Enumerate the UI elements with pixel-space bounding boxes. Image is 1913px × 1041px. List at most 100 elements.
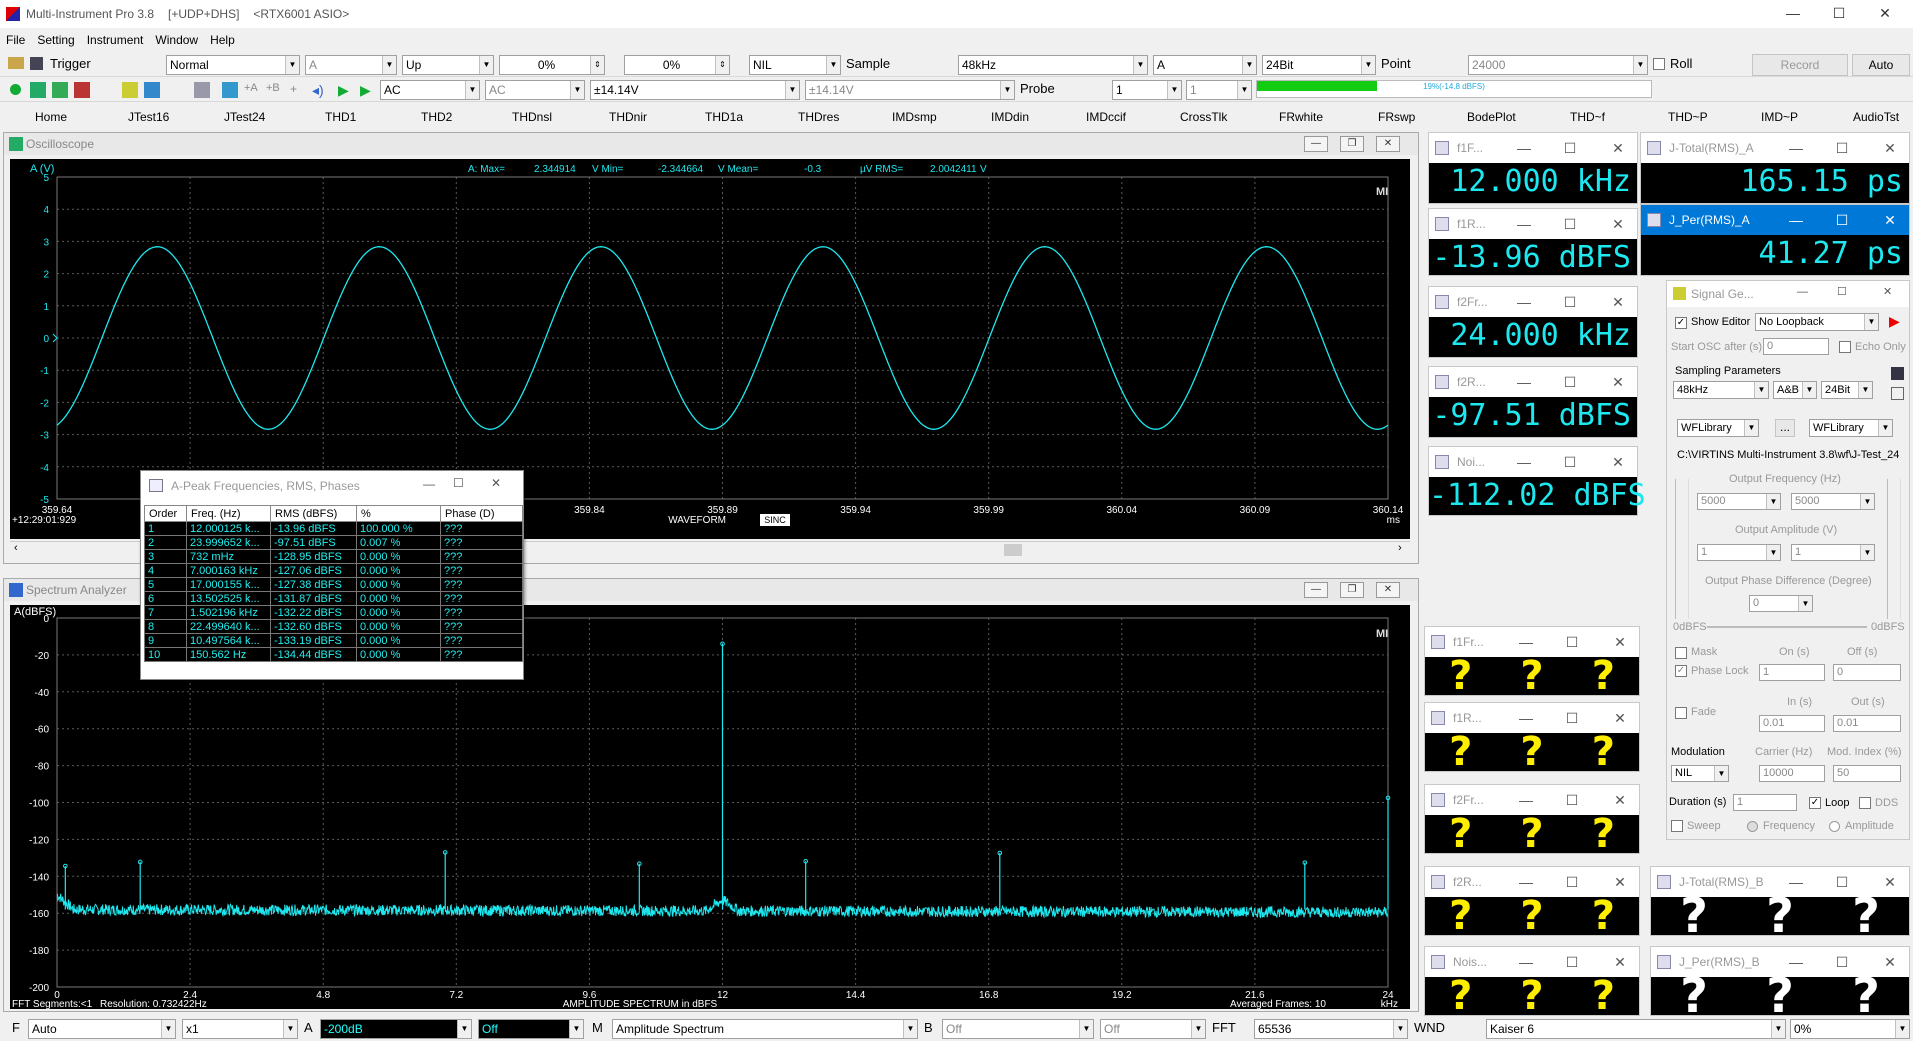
maximize-button[interactable]: ☐ [1555,367,1585,397]
close-button[interactable]: ✕ [1603,209,1633,239]
mask-checkbox[interactable] [1675,647,1687,659]
close-button[interactable]: ✕ [1603,367,1633,397]
peak-table-row[interactable]: 8 22.499640 k... -132.60 dBFS 0.000 %??? [144,619,523,634]
tab-imddin[interactable]: IMDdin [991,110,1029,124]
maximize-button[interactable]: ☐ [1557,867,1587,897]
start-osc-field[interactable]: 0 [1763,338,1829,355]
col-order[interactable]: Order [144,505,187,522]
meter-0[interactable]: f1F... — ☐ ✕ 12.000 kHz [1428,132,1638,204]
freq-slider-a[interactable] [1675,479,1689,619]
menu-help[interactable]: Help [210,33,235,47]
meter-4[interactable]: f2Fr... — ☐ ✕ 24.000 kHz [1428,286,1638,358]
minimize-button[interactable]: — [1509,209,1539,239]
tab-thdnir[interactable]: THDnir [609,110,647,124]
peak-table-row[interactable]: 4 7.000163 kHz -127.06 dBFS 0.000 %??? [144,563,523,578]
trigger-mode-select[interactable]: Normal ▼ [166,55,300,75]
close-button[interactable]: ✕ [1875,133,1905,163]
peak-table-row[interactable]: 3 732 mHz -128.95 dBFS 0.000 %??? [144,549,523,564]
meter-1[interactable]: J-Total(RMS)_A — ☐ ✕ 165.15 ps [1640,132,1910,204]
freq-a-field[interactable]: 5000 ▼ [1697,493,1781,510]
tab-imd-p[interactable]: IMD~P [1761,110,1798,124]
sg-rate-select[interactable]: 48kHz ▼ [1673,381,1769,399]
peak-table-row[interactable]: 1 12.000125 k... -13.96 dBFS 100.000 %??? [144,521,523,536]
tab-thd1[interactable]: THD1 [325,110,356,124]
sweep-checkbox[interactable] [1671,820,1683,832]
a-mode-select[interactable]: Off ▼ [478,1019,584,1039]
meter-empty-0[interactable]: f1Fr... — ☐ ✕??? [1424,626,1640,699]
auto-button[interactable]: Auto [1852,54,1910,76]
oscilloscope-icon[interactable] [30,82,46,98]
col-freq[interactable]: Freq. (Hz) [186,505,271,522]
sound-icon[interactable] [194,82,210,98]
maximize-button[interactable]: ☐ [453,476,464,490]
echo-only-checkbox[interactable] [1839,341,1851,353]
tab-thd2[interactable]: THD2 [421,110,452,124]
meter-empty-3[interactable]: f2R... — ☐ ✕??? [1424,866,1640,939]
bits-select[interactable]: 24Bit ▼ [1262,55,1376,75]
tab-thd1a[interactable]: THD1a [705,110,743,124]
minimize-button[interactable]: — [1509,447,1539,477]
minimize-button[interactable]: — [1304,136,1328,152]
wave-icon[interactable] [122,82,138,98]
folder-icon[interactable] [8,57,24,69]
menu-setting[interactable]: Setting [37,33,74,47]
speaker-icon[interactable]: ◂) [312,82,328,98]
minimize-button[interactable]: — [423,477,435,491]
range-b-select[interactable]: ±14.14V ▼ [805,80,1015,100]
tab-jtest24[interactable]: JTest24 [224,110,265,124]
trigger-delay-stepper[interactable]: 0% ⇕ [624,55,730,75]
tab-thdres[interactable]: THDres [798,110,839,124]
minimize-button[interactable]: — [1509,133,1539,163]
freq-b-field[interactable]: 5000 ▼ [1791,493,1875,510]
close-button[interactable]: ✕ [1603,447,1633,477]
close-button[interactable]: ✕ [1603,287,1633,317]
maximize-button[interactable]: ☐ [1557,947,1587,977]
minimize-button[interactable]: — [1304,582,1328,598]
trigger-source-select[interactable]: A ▼ [305,55,397,75]
tab-frwhite[interactable]: FRwhite [1279,110,1323,124]
maximize-button[interactable]: ☐ [1827,205,1857,235]
duration-field[interactable]: 1 [1733,794,1797,811]
maximize-button[interactable]: ☐ [1827,133,1857,163]
maximize-button[interactable]: ☐ [1557,785,1587,815]
menu-instrument[interactable]: Instrument [87,33,144,47]
maximize-button[interactable]: ☐ [1557,627,1587,657]
sg-channel-select[interactable]: A&B ▼ [1773,381,1817,399]
phase-field[interactable]: 0 ▼ [1749,595,1813,612]
meter-empty-6[interactable]: J_Per(RMS)_B — ☐ ✕??? [1650,946,1910,1024]
tab-bodeplot[interactable]: BodePlot [1467,110,1516,124]
amp-a-field[interactable]: 1 ▼ [1697,544,1781,561]
tab-thd-p[interactable]: THD~P [1668,110,1708,124]
tab-audiotst[interactable]: AudioTst [1853,110,1899,124]
carrier-field[interactable]: 10000 [1759,765,1825,782]
show-editor-checkbox[interactable]: ✓ [1675,317,1687,329]
signal-gen-icon[interactable] [144,82,160,98]
col-percent[interactable]: % [356,505,441,522]
minimize-button[interactable]: — [1781,205,1811,235]
tab-imdsmp[interactable]: IMDsmp [892,110,937,124]
tab-home[interactable]: Home [35,110,67,124]
scroll-left-icon[interactable]: ‹ [14,542,18,554]
loopback-select[interactable]: No Loopback ▼ [1755,313,1879,331]
multimeter-icon[interactable] [74,82,90,98]
plus-icon[interactable]: + [290,82,306,98]
mask-off-field[interactable]: 0 [1833,664,1901,681]
col-phase[interactable]: Phase (D) [440,505,523,522]
save-icon[interactable] [1891,367,1904,380]
maximize-button[interactable]: ☐ [1555,287,1585,317]
save-icon[interactable] [30,57,43,70]
meter-3[interactable]: J_Per(RMS)_A — ☐ ✕ 41.27 ps [1640,204,1910,276]
frequency-radio[interactable] [1747,821,1758,832]
browse-button[interactable]: ... [1775,419,1795,437]
spectrum-icon[interactable] [52,82,68,98]
fft-size-select[interactable]: 65536 ▼ [1254,1019,1408,1039]
restore-button[interactable]: ❐ [1340,136,1364,152]
minimize-button[interactable]: — [1509,287,1539,317]
tab-frswp[interactable]: FRswp [1378,110,1415,124]
tab-jtest16[interactable]: JTest16 [128,110,169,124]
minimize-button[interactable]: — [1797,286,1808,298]
tab-imdccif[interactable]: IMDccif [1086,110,1126,124]
coupling-a-select[interactable]: AC ▼ [380,80,480,100]
record-button[interactable]: Record [1752,54,1848,76]
meter-6[interactable]: Noi... — ☐ ✕ -112.02 dBFS [1428,446,1646,516]
